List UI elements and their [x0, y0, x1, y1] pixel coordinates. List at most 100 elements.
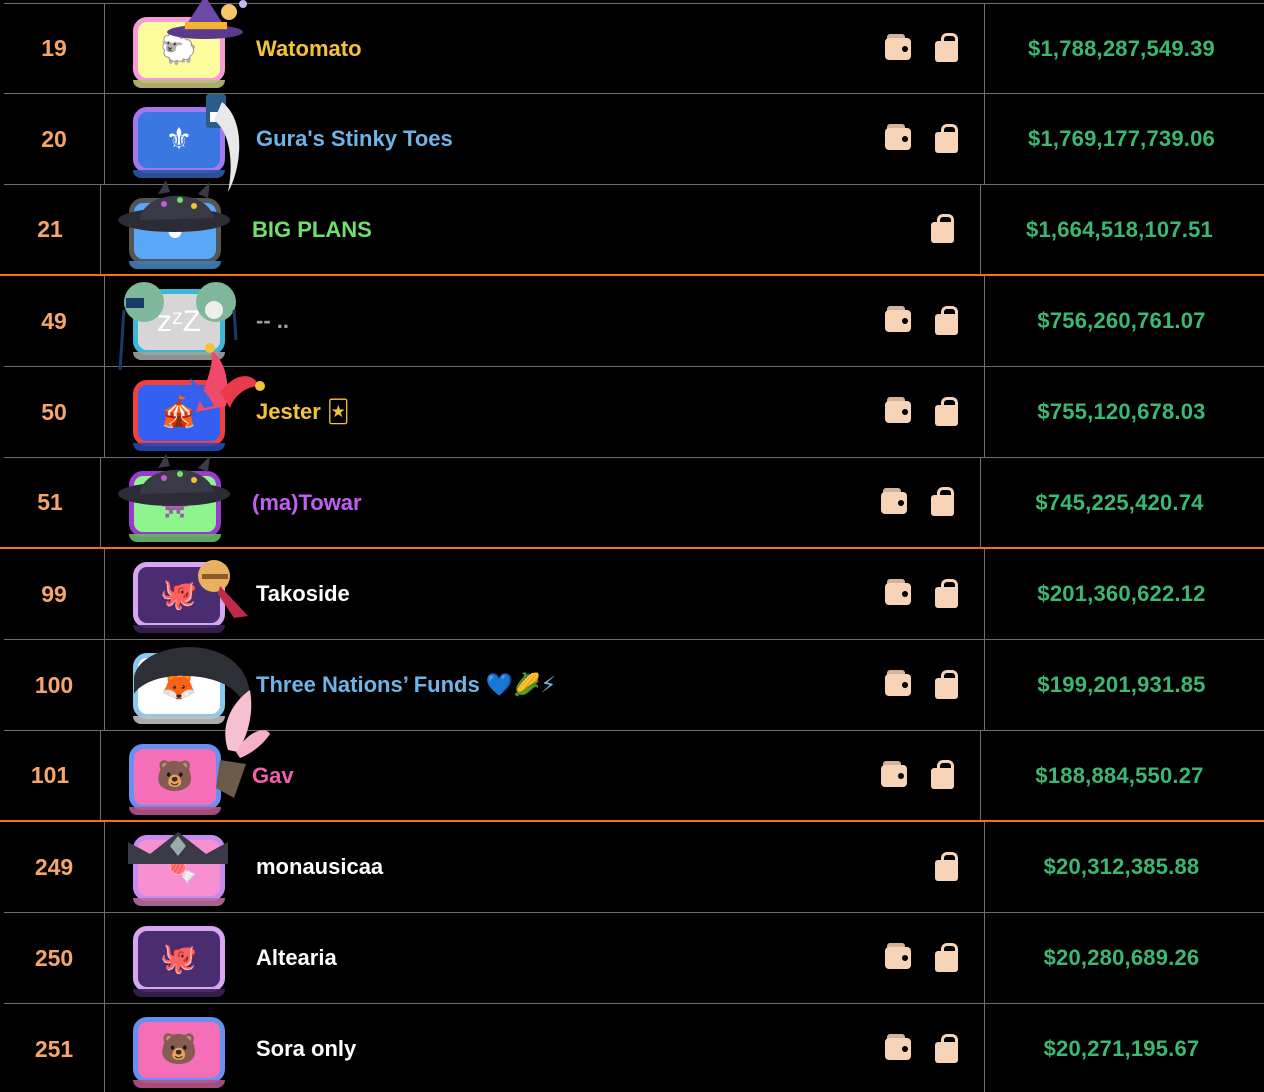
player-name[interactable]: Jester 🃏 [256, 399, 349, 425]
player-cell: zᶻZ -- .. [105, 276, 985, 366]
player-cell: 🐻 Gav [101, 731, 981, 820]
wallet-icon[interactable] [885, 33, 911, 60]
player-name[interactable]: -- .. [256, 308, 289, 334]
rank: 20 [4, 94, 105, 184]
action-icons [885, 94, 958, 184]
table-row[interactable]: 250 🐙 Altearia $20,280,689.26 [4, 913, 1264, 1004]
net-worth-value: $20,280,689.26 [1043, 945, 1200, 970]
table-row[interactable]: 49 zᶻZ -- .. $756,260,761.07 [4, 276, 1264, 367]
action-icons [885, 549, 958, 639]
wallet-icon[interactable] [885, 579, 911, 605]
rank: 50 [4, 367, 105, 457]
avatar[interactable]: 🐙 [133, 926, 225, 992]
net-worth-value: $745,225,420.74 [1035, 489, 1204, 515]
table-row[interactable]: 50 🎪 Jester 🃏 $755,120,678.03 [4, 367, 1264, 458]
player-cell: 🐑 Watomato [105, 4, 985, 93]
player-name[interactable]: Sora only [256, 1036, 356, 1062]
table-row[interactable]: 19 🐑 Watomato $1,788,287,549.39 [4, 3, 1264, 94]
player-name[interactable]: Takoside [256, 581, 350, 607]
shopping-bag-icon[interactable] [935, 305, 958, 335]
player-cell: 👾 (ma)Towar [101, 458, 981, 547]
rank: 19 [4, 4, 105, 93]
table-row[interactable]: 99 🐙 Takoside $201,360,622.12 [4, 549, 1264, 640]
shopping-bag-icon[interactable] [931, 760, 954, 789]
shopping-bag-icon[interactable] [935, 851, 958, 881]
avatar[interactable]: 🍬 [133, 835, 225, 901]
avatar[interactable]: 👾 [129, 471, 221, 537]
avatar[interactable]: ⚜ [133, 107, 225, 173]
action-icons [885, 822, 958, 912]
rank: 21 [0, 185, 101, 274]
table-row[interactable]: 101 🐻 Gav $188,884,550.27 [0, 731, 1264, 822]
table-row[interactable]: 20 ⚜ Gura's Stinky Toes $1,769,177,739.0… [4, 94, 1264, 185]
sleep-zzz-icon: zᶻZ [156, 305, 202, 338]
avatar[interactable]: 🐙 [133, 562, 225, 628]
player-cell: ⚜ Gura's Stinky Toes [105, 94, 985, 184]
shopping-bag-icon[interactable] [931, 214, 954, 243]
shopping-bag-icon[interactable] [935, 123, 958, 153]
avatar[interactable]: 🦊 [133, 653, 225, 719]
net-worth-value: $756,260,761.07 [1037, 308, 1206, 333]
wallet-icon[interactable] [881, 487, 907, 514]
leaderboard-table: 19 🐑 Watomato $1,788,287,549.39 20 ⚜ Gur… [0, 3, 1264, 1092]
rank: 49 [4, 276, 105, 366]
wallet-icon[interactable] [885, 670, 911, 696]
shopping-bag-icon[interactable] [935, 33, 958, 62]
avatar[interactable]: zᶻZ [133, 289, 225, 355]
shopping-bag-icon[interactable] [935, 396, 958, 426]
wallet-icon[interactable] [885, 397, 911, 423]
player-name[interactable]: Watomato [256, 36, 362, 62]
net-worth-value: $199,201,931.85 [1037, 672, 1206, 697]
trident-emblem-icon: ⚜ [165, 123, 193, 156]
avatar[interactable]: ● [129, 198, 221, 264]
avatar[interactable]: 🎪 [133, 380, 225, 446]
avatar[interactable]: 🐑 [133, 17, 225, 83]
shopping-bag-icon[interactable] [931, 487, 954, 516]
shopping-bag-icon[interactable] [935, 942, 958, 972]
table-row[interactable]: 51 👾 (ma)Towar $745,225,420.74 [0, 458, 1264, 549]
player-name[interactable]: Altearia [256, 945, 337, 971]
table-row[interactable]: 100 🦊 Three Nations’ Funds 💙🌽⚡ $199,201,… [4, 640, 1264, 731]
shopping-bag-icon[interactable] [935, 578, 958, 608]
action-icons [885, 4, 958, 93]
player-cell: 🦊 Three Nations’ Funds 💙🌽⚡ [105, 640, 985, 730]
net-worth-value: $20,312,385.88 [1043, 854, 1200, 879]
action-icons [881, 185, 954, 274]
net-worth-value: $1,769,177,739.06 [1028, 126, 1215, 151]
action-icons [885, 276, 958, 366]
action-icons [885, 913, 958, 1003]
fox-icon: 🦊 [160, 669, 198, 702]
player-name[interactable]: (ma)Towar [252, 490, 362, 516]
avatar[interactable]: 🐻 [129, 744, 221, 810]
table-row[interactable]: 251 🐻 Sora only $20,271,195.67 [4, 1004, 1264, 1092]
player-name[interactable]: Gav [252, 763, 294, 789]
bear-icon: 🐻 [160, 1033, 198, 1066]
wallet-icon[interactable] [885, 124, 911, 150]
rank: 51 [0, 458, 101, 547]
avatar[interactable]: 🐻 [133, 1017, 225, 1083]
player-cell: ● BIG PLANS [101, 185, 981, 274]
rank: 100 [4, 640, 105, 730]
circus-tent-icon: 🎪 [160, 396, 198, 429]
action-icons [885, 640, 958, 730]
octopus-icon: 🐙 [160, 942, 198, 975]
table-row[interactable]: 21 ● BIG PLANS $1,664,518,107.51 [0, 185, 1264, 276]
player-name[interactable]: Gura's Stinky Toes [256, 126, 453, 152]
shopping-bag-icon[interactable] [935, 1033, 958, 1063]
player-cell: 🎪 Jester 🃏 [105, 367, 985, 457]
wallet-icon[interactable] [885, 1034, 911, 1060]
pixel-invader-icon: 👾 [156, 487, 194, 520]
wallet-icon[interactable] [885, 943, 911, 969]
planet-icon: ● [165, 214, 185, 247]
player-name[interactable]: Three Nations’ Funds 💙🌽⚡ [256, 672, 556, 698]
player-name[interactable]: monausicaa [256, 854, 383, 880]
wallet-icon[interactable] [881, 760, 907, 787]
sheep-icon: 🐑 [160, 33, 198, 66]
rank: 251 [4, 1004, 105, 1092]
shopping-bag-icon[interactable] [935, 669, 958, 699]
player-name[interactable]: BIG PLANS [252, 217, 372, 243]
table-row[interactable]: 249 🍬 monausicaa $20,312,385.88 [4, 822, 1264, 913]
net-worth-value: $755,120,678.03 [1037, 399, 1206, 424]
wallet-icon[interactable] [885, 306, 911, 332]
net-worth-value: $20,271,195.67 [1043, 1036, 1200, 1061]
